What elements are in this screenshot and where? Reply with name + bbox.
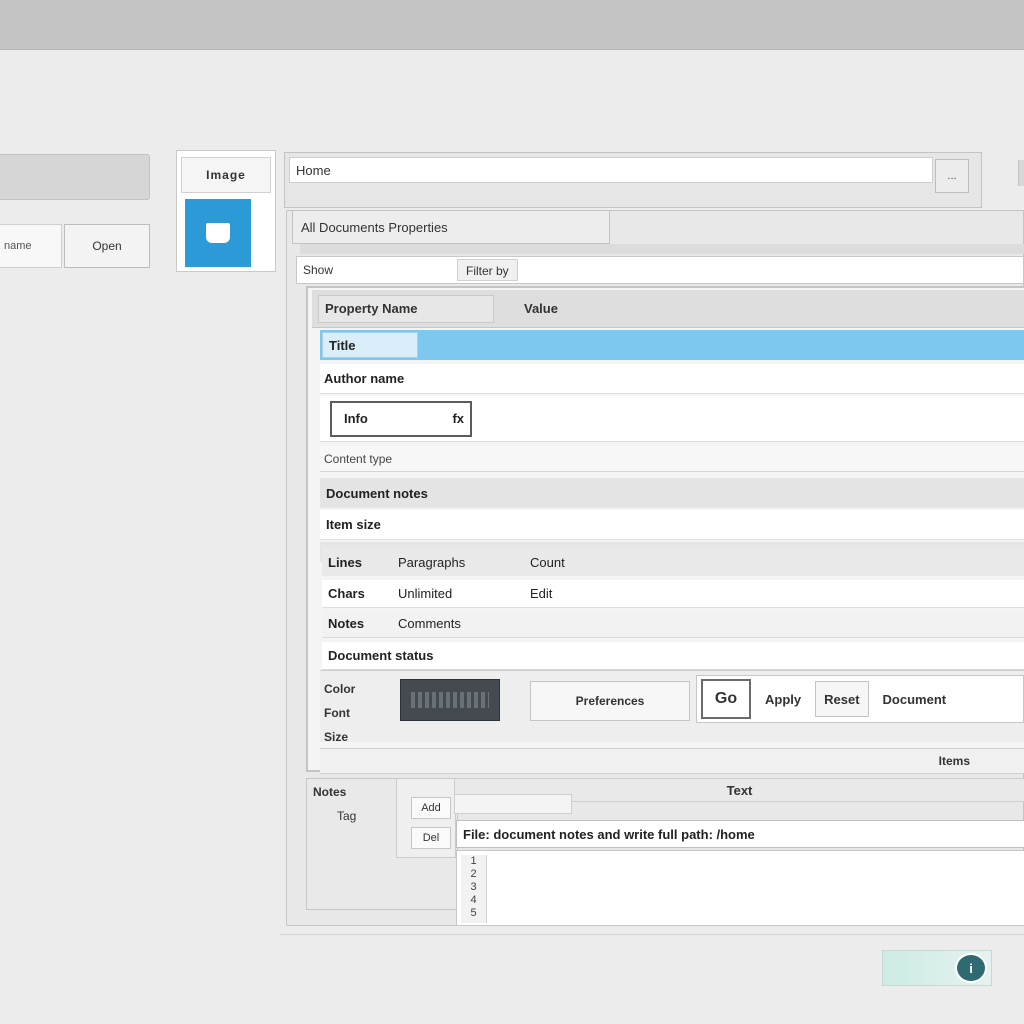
list-item[interactable]: Item size: [320, 510, 1024, 540]
filter-label: Show: [303, 263, 334, 277]
formula-icon[interactable]: fx: [452, 411, 464, 426]
title-bar: [0, 0, 1024, 50]
list-item-label: Item size: [326, 517, 381, 532]
browse-button[interactable]: ...: [935, 159, 969, 193]
property-row[interactable]: Document status: [322, 642, 1024, 670]
list-item-selected[interactable]: Title: [320, 330, 1024, 360]
thumbnail-preview[interactable]: Image: [176, 150, 276, 272]
line-number: 1: [470, 855, 477, 867]
sidebar-field-label: name: [0, 224, 62, 268]
list-item-editing[interactable]: Info fx: [320, 396, 1024, 442]
list-footer: Items: [320, 748, 1024, 774]
inline-edit-value: Info: [344, 411, 368, 426]
property-key: Lines: [328, 554, 362, 570]
footer-label: Items: [938, 754, 970, 768]
property-row[interactable]: Notes Comments: [322, 610, 1024, 638]
text-section-label: Text: [726, 782, 753, 798]
property-extra: Edit: [530, 586, 553, 601]
color-swatch[interactable]: [400, 679, 500, 721]
list-item[interactable]: Author name: [320, 364, 1024, 394]
toolbar-label: Size: [324, 730, 349, 744]
sidebar-tab[interactable]: [0, 154, 150, 200]
property-value: Paragraphs: [398, 554, 466, 570]
document-icon: [185, 199, 251, 267]
path-input[interactable]: [289, 157, 933, 183]
toolbar-label: Color: [324, 682, 356, 696]
property-key: Document status: [328, 648, 434, 663]
reset-button[interactable]: Reset: [815, 681, 869, 717]
divider: [280, 934, 1024, 935]
info-icon[interactable]: i: [955, 953, 987, 983]
property-key: Notes: [328, 616, 365, 631]
notes-label: Notes: [313, 785, 347, 799]
go-button[interactable]: Go: [701, 679, 751, 719]
line-number: 2: [470, 868, 477, 880]
line-number: 3: [470, 881, 477, 893]
column-header-name[interactable]: Property Name: [318, 294, 494, 323]
notes-actions: Add Del: [396, 778, 456, 858]
column-header-value[interactable]: Value: [524, 301, 558, 316]
property-row[interactable]: Chars Unlimited Edit: [322, 580, 1024, 608]
property-key: Chars: [328, 586, 365, 601]
list-item[interactable]: Document notes: [320, 478, 1024, 508]
path-bar: ...: [284, 152, 982, 208]
document-button[interactable]: Document: [875, 681, 955, 717]
list-item-label: Title: [322, 332, 418, 358]
list-item-label: Content type: [324, 451, 393, 466]
line-number: 5: [470, 907, 477, 919]
list-item-label: Author name: [324, 371, 405, 386]
add-button[interactable]: Add: [411, 797, 451, 819]
property-extra: Count: [530, 554, 565, 570]
line-number-gutter: 1 2 3 4 5: [461, 855, 487, 923]
toolbar-button-group: Go Apply Reset Document: [696, 675, 1024, 723]
property-row[interactable]: Lines Paragraphs Count: [322, 548, 1024, 576]
status-pill[interactable]: i: [882, 950, 992, 986]
line-number: 4: [470, 894, 477, 906]
formatting-toolbar: Color Font Size Preferences Go Apply Res…: [320, 670, 1024, 744]
sidebar-open-button[interactable]: Open: [64, 224, 150, 268]
thumbnail-label: Image: [181, 157, 271, 193]
file-path-line[interactable]: File: document notes and write full path…: [456, 820, 1024, 848]
list-item[interactable]: Content type: [320, 446, 1024, 472]
text-section-tab[interactable]: [454, 794, 572, 814]
delete-button[interactable]: Del: [411, 827, 451, 849]
apply-button[interactable]: Apply: [757, 681, 809, 717]
tag-label: Tag: [337, 809, 357, 823]
preferences-field[interactable]: Preferences: [530, 681, 690, 721]
scroll-edge[interactable]: [1018, 160, 1024, 186]
toolbar-label: Font: [324, 706, 350, 720]
panel-divider: [300, 244, 1024, 254]
filter-dropdown[interactable]: Filter by: [457, 259, 518, 281]
panel-title[interactable]: All Documents Properties: [292, 210, 610, 244]
inline-edit-field[interactable]: Info fx: [330, 400, 472, 437]
filter-row: Show Filter by: [296, 256, 1024, 284]
property-value: Unlimited: [398, 586, 453, 601]
list-header: Property Name Value: [312, 290, 1024, 328]
list-item-label: Document notes: [326, 485, 428, 501]
property-value: Comments: [398, 616, 461, 631]
toolbar-labels: Color Font Size: [324, 677, 382, 749]
notes-text-area[interactable]: 1 2 3 4 5: [456, 850, 1024, 926]
